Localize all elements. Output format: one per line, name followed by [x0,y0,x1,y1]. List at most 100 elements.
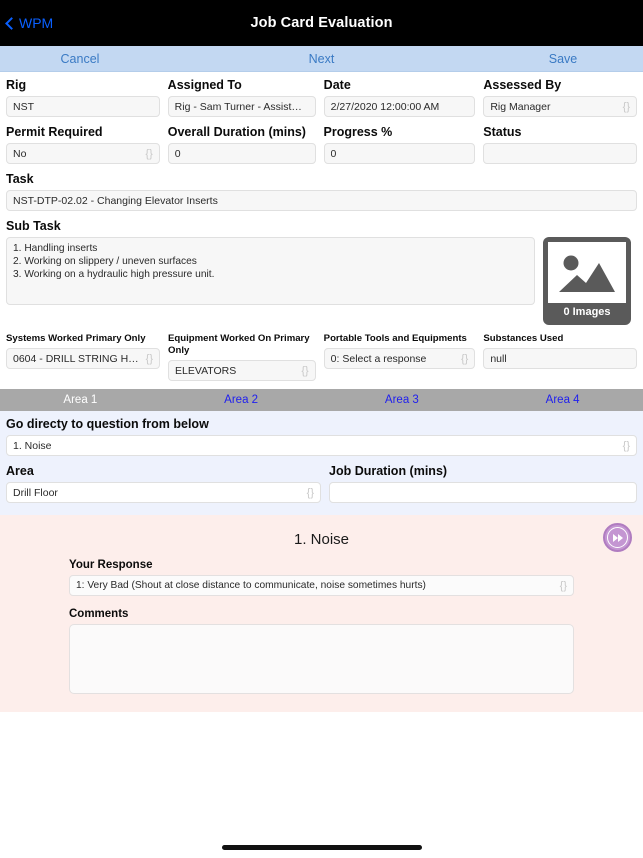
field-value: 0 [174,147,181,160]
field-label: Sub Task [6,219,61,233]
field-label: Systems Worked Primary Only [6,333,146,344]
picker-icon: {} [301,364,309,377]
chevron-left-icon [5,16,18,30]
assigned-to-input[interactable]: Rig - Sam Turner - Assistant Rig... [167,96,316,117]
field-label: Overall Duration (mins) [167,125,306,139]
field-value: No [13,147,27,160]
field-label: Progress % [323,125,393,139]
job-card-form: Rig NST Assigned To Rig - Sam Turner - A… [0,72,643,389]
field-label: Status [483,125,522,139]
rig-input[interactable]: NST [6,96,160,117]
form-row-3: Systems Worked Primary Only 0604 - DRILL… [6,333,637,389]
picker-icon: {} [460,352,469,365]
save-button[interactable]: Save [483,52,643,66]
area-duration-row: Area Drill Floor {} Job Duration (mins) [6,464,637,511]
question-section: 1. Noise Your Response 1: Very Bad (Shou… [0,515,643,712]
home-indicator-wrap [0,845,643,850]
question-body: Your Response 1: Very Bad (Shout at clos… [0,559,643,694]
picker-icon: {} [145,352,153,365]
field-label: Substances Used [483,333,564,344]
cancel-button[interactable]: Cancel [0,52,160,66]
your-response-select[interactable]: 1: Very Bad (Shout at close distance to … [69,575,574,596]
field-value: 1: Very Bad (Shout at close distance to … [76,580,426,591]
job-duration-input[interactable] [329,482,637,503]
field-label: Assigned To [167,78,242,92]
substances-used-input[interactable]: null [483,348,637,369]
field-area: Area Drill Floor {} [6,464,321,503]
field-value: Rig Manager [490,100,551,113]
comments-textarea[interactable] [69,624,574,694]
area-select[interactable]: Drill Floor {} [6,482,321,503]
field-label: Area [6,464,34,478]
field-value: 1. Noise [13,439,52,452]
question-title: 1. Noise [293,531,350,548]
field-overall-duration: Overall Duration (mins) 0 [167,125,316,164]
picker-icon: {} [145,147,153,160]
permit-required-input[interactable]: No {} [6,143,160,164]
field-sub-task: Sub Task 1. Handling inserts 2. Working … [6,219,637,325]
next-button[interactable]: Next [160,52,483,66]
progress-percent-input[interactable]: 0 [323,143,476,164]
field-value: 2/27/2020 12:00:00 AM [330,100,440,113]
field-value: 0604 - DRILL STRING HANDLI... [13,352,142,365]
back-button[interactable]: WPM [5,15,53,31]
field-task: Task NST-DTP-02.02 - Changing Elevator I… [6,172,637,211]
status-input[interactable] [483,143,637,164]
tab-area-3[interactable]: Area 3 [322,394,483,406]
field-label: Assessed By [483,78,562,92]
jump-to-question-select[interactable]: 1. Noise {} [6,435,637,456]
tab-area-2[interactable]: Area 2 [161,394,322,406]
field-value: ELEVATORS [175,364,237,377]
field-equipment-worked-on: Equipment Worked On Primary Only ELEVATO… [168,333,316,381]
field-portable-tools: Portable Tools and Equipments 0: Select … [323,333,476,381]
date-input[interactable]: 2/27/2020 12:00:00 AM [323,96,476,117]
sub-task-row: 1. Handling inserts 2. Working on slippe… [6,237,637,325]
field-label: Rig [6,78,27,92]
field-label: Date [323,78,351,92]
fast-forward-glyph [607,527,628,548]
field-progress-percent: Progress % 0 [323,125,476,164]
field-label: Portable Tools and Equipments [323,333,467,344]
field-jump-to-question: Go directy to question from below 1. Noi… [6,417,637,456]
equipment-worked-on-input[interactable]: ELEVATORS {} [168,360,316,381]
field-value: null [490,352,507,365]
field-value: Drill Floor [13,486,58,499]
fast-forward-icon[interactable] [603,523,632,552]
sub-task-textarea[interactable]: 1. Handling inserts 2. Working on slippe… [6,237,535,305]
systems-worked-input[interactable]: 0604 - DRILL STRING HANDLI... {} [6,348,160,369]
field-value: NST [13,100,34,113]
form-row-2: Permit Required No {} Overall Duration (… [6,125,637,172]
field-value: 0: Select a response [330,352,427,365]
field-assessed-by: Assessed By Rig Manager {} [483,78,638,117]
your-response-label: Your Response [69,559,153,571]
field-systems-worked: Systems Worked Primary Only 0604 - DRILL… [6,333,160,381]
overall-duration-input[interactable]: 0 [167,143,316,164]
images-thumbnail-button[interactable]: 0 Images [543,237,631,325]
field-date: Date 2/27/2020 12:00:00 AM [323,78,476,117]
assessed-by-input[interactable]: Rig Manager {} [483,96,638,117]
field-value: 0 [330,147,337,160]
field-assigned-to: Assigned To Rig - Sam Turner - Assistant… [167,78,316,117]
picker-icon: {} [306,486,314,499]
tab-area-4[interactable]: Area 4 [482,394,643,406]
area-tab-bar: Area 1 Area 2 Area 3 Area 4 [0,389,643,411]
comments-label: Comments [69,608,129,620]
task-input[interactable]: NST-DTP-02.02 - Changing Elevator Insert… [6,190,637,211]
form-row-1: Rig NST Assigned To Rig - Sam Turner - A… [6,78,638,125]
triangle-2 [617,533,623,542]
question-navigation-section: Go directy to question from below 1. Noi… [0,411,643,515]
home-indicator[interactable] [221,845,422,850]
picker-icon: {} [622,100,631,113]
page-title: Job Card Evaluation [250,15,393,31]
picker-icon: {} [559,579,567,592]
field-value: Rig - Sam Turner - Assistant Rig... [174,100,305,113]
tab-area-1[interactable]: Area 1 [0,394,161,406]
field-label: Job Duration (mins) [329,464,448,478]
navigation-bar: WPM Job Card Evaluation [0,0,643,46]
field-substances-used: Substances Used null [483,333,637,381]
portable-tools-input[interactable]: 0: Select a response {} [323,348,476,369]
field-rig: Rig NST [6,78,160,117]
action-toolbar: Cancel Next Save [0,46,643,72]
picker-icon: {} [622,439,630,452]
